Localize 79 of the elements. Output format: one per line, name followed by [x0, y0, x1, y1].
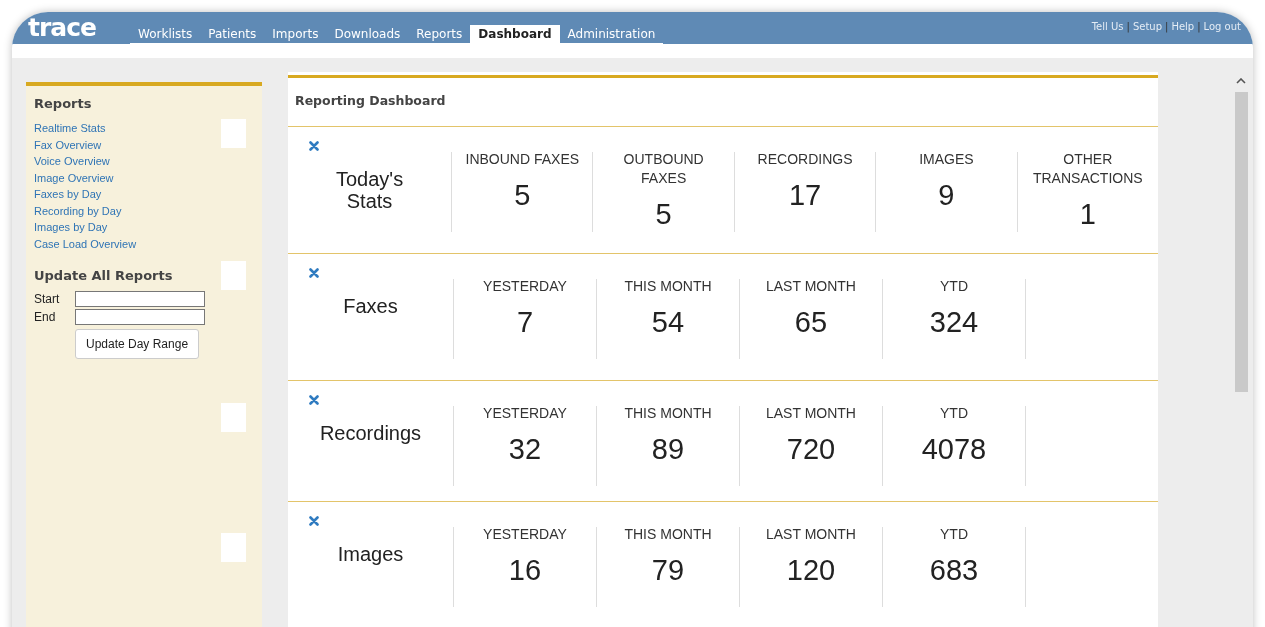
stat-label: RECORDINGS [756, 150, 854, 169]
report-link[interactable]: Recording by Day [34, 202, 122, 219]
section-title: Reports [34, 96, 92, 111]
stat-label: YTD [939, 525, 969, 544]
dashboard-title: Reporting Dashboard [288, 75, 1158, 127]
section-heading: Recordings [318, 422, 423, 444]
stat-label: THIS MONTH [623, 404, 713, 423]
stat-label: YESTERDAY [482, 404, 568, 423]
close-icon[interactable] [309, 141, 319, 151]
section-heading: Today's Stats [334, 168, 405, 212]
stat-value: 7 [516, 306, 534, 339]
stat-label: OUTBOUND FAXES [622, 150, 705, 188]
blank-tile [221, 261, 246, 290]
stat-label: YTD [939, 404, 969, 423]
blank-tile [221, 119, 246, 148]
report-link[interactable]: Image Overview [34, 169, 114, 186]
input-field[interactable] [75, 291, 205, 307]
separator: | [1197, 21, 1201, 32]
separator: | [1126, 21, 1130, 32]
stat-label: LAST MONTH [765, 277, 857, 296]
header-link[interactable]: Setup [1132, 21, 1162, 32]
field-label: End [34, 310, 57, 324]
report-link[interactable]: Voice Overview [34, 153, 110, 170]
logo: trace [28, 13, 96, 42]
stat-label: THIS MONTH [623, 277, 713, 296]
stat-value: 1 [1079, 198, 1096, 231]
header-link[interactable]: Tell Us [1091, 21, 1124, 32]
stat-value: 17 [788, 179, 822, 212]
stat-label: IMAGES [918, 150, 975, 169]
nav-tab[interactable]: Patients [200, 25, 265, 43]
stat-value: 16 [508, 554, 542, 587]
close-icon[interactable] [309, 516, 319, 526]
report-link[interactable]: Fax Overview [34, 136, 102, 153]
stat-value: 79 [651, 554, 685, 587]
close-icon[interactable] [309, 395, 319, 405]
stat-label: THIS MONTH [623, 525, 713, 544]
stat-label: INBOUND FAXES [464, 150, 581, 169]
stat-value: 120 [786, 554, 836, 587]
field-label: Start [34, 292, 61, 306]
stat-value: 32 [508, 433, 542, 466]
update-button[interactable]: Update Day Range [75, 329, 200, 359]
report-link[interactable]: Case Load Overview [34, 235, 137, 252]
nav-tab[interactable]: Dashboard [470, 25, 560, 43]
stat-label: YESTERDAY [482, 525, 568, 544]
stat-value: 5 [655, 198, 672, 231]
scroll-thumb[interactable] [1235, 92, 1248, 392]
nav-tab[interactable]: Imports [264, 25, 327, 43]
header-link[interactable]: Help [1171, 21, 1195, 32]
header-link[interactable]: Log out [1203, 21, 1241, 32]
blank-tile [221, 403, 246, 432]
stat-value: 65 [794, 306, 828, 339]
nav-tab[interactable]: Administration [559, 25, 664, 43]
stat-value: 683 [929, 554, 979, 587]
stat-value: 89 [651, 433, 685, 466]
section-heading: Images [336, 543, 405, 565]
stat-label: OTHER TRANSACTIONS [1031, 150, 1144, 188]
section-heading: Faxes [342, 295, 399, 317]
stat-value: 720 [786, 433, 836, 466]
stat-value: 54 [651, 306, 685, 339]
stat-label: LAST MONTH [765, 404, 857, 423]
close-icon[interactable] [309, 268, 319, 278]
nav-tab[interactable]: Downloads [326, 25, 409, 43]
scroll-up-icon[interactable] [1236, 78, 1246, 84]
blank-tile [221, 533, 246, 562]
stat-label: YTD [939, 277, 969, 296]
stat-value: 4078 [921, 433, 987, 466]
separator: | [1165, 21, 1169, 32]
nav-tab[interactable]: Worklists [130, 25, 201, 43]
stat-value: 9 [938, 179, 955, 212]
stat-value: 324 [929, 306, 979, 339]
report-link[interactable]: Faxes by Day [34, 186, 102, 203]
stat-label: LAST MONTH [765, 525, 857, 544]
stat-value: 5 [514, 179, 531, 212]
nav-tab[interactable]: Reports [408, 25, 471, 43]
input-field[interactable] [75, 309, 205, 325]
stat-label: YESTERDAY [482, 277, 568, 296]
report-link[interactable]: Images by Day [34, 219, 108, 236]
section-title: Update All Reports [34, 268, 173, 283]
report-link[interactable]: Realtime Stats [34, 120, 106, 137]
